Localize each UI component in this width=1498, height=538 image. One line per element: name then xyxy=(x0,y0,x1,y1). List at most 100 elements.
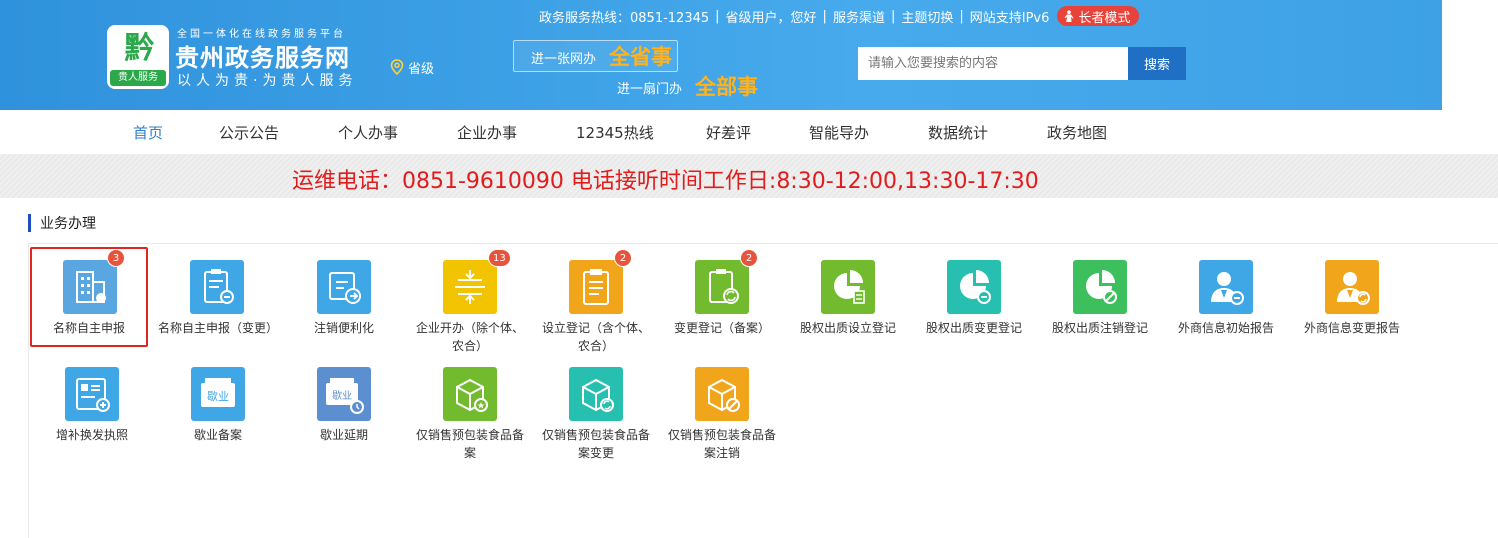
nav-item-announcements[interactable]: 公示公告 xyxy=(219,122,279,143)
tile-label: 增补换发执照 xyxy=(55,428,128,442)
count-badge: 2 xyxy=(740,249,758,267)
count-badge: 3 xyxy=(107,249,125,267)
notice-bar: 运维电话：0851-9610090 电话接听时间工作日:8:30-12:00,1… xyxy=(0,155,1498,198)
logo-tag: 贵人服务 xyxy=(110,70,166,86)
section-title: 业务办理 xyxy=(40,216,96,232)
split-icon xyxy=(443,260,497,314)
location-selector[interactable]: 省级 xyxy=(390,58,435,77)
tile-label: 仅销售预包装食品备案注销 xyxy=(667,428,776,460)
header: 黔 贵人服务 全国一体化在线政务服务平台 贵州政务服务网 以人为贵·为贵人服务 … xyxy=(0,0,1498,110)
exit-icon xyxy=(317,260,371,314)
banner-line1-emph: 全省事 xyxy=(609,45,672,69)
service-tile-license-reissue[interactable]: 增补换发执照 xyxy=(33,354,151,454)
elder-icon xyxy=(1064,10,1074,22)
person-refresh-icon xyxy=(1325,260,1379,314)
pie-chart-icon xyxy=(821,260,875,314)
tile-label: 仅销售预包装食品备案变更 xyxy=(541,428,650,460)
service-channel-link[interactable]: 服务渠道 xyxy=(833,7,885,26)
service-tile-suspension-extension[interactable]: 歇业 歇业延期 xyxy=(285,354,403,454)
logo-mark: 黔 xyxy=(124,31,155,66)
suspend-extend-icon-text: 歇业 xyxy=(332,390,352,402)
suspend-icon-text: 歇业 xyxy=(207,390,229,403)
box-star-icon xyxy=(443,367,497,421)
tile-label: 股权出质变更登记 xyxy=(925,321,1022,335)
pie-chart-minus-icon xyxy=(947,260,1001,314)
service-tile-pledge-change[interactable]: 股权出质变更登记 xyxy=(915,247,1033,347)
location-label: 省级 xyxy=(408,61,435,77)
slogan-banner: 进一张网办 全省事 进一扇门办 全部事 xyxy=(513,40,763,100)
person-minus-icon xyxy=(1199,260,1253,314)
elder-mode-button[interactable]: 长者模式 xyxy=(1057,6,1140,26)
nav-item-personal[interactable]: 个人办事 xyxy=(338,122,398,143)
nav-item-home[interactable]: 首页 xyxy=(133,122,163,143)
tile-label: 名称自主申报 xyxy=(52,321,125,335)
suspend-extend-icon: 歇业 xyxy=(317,367,371,421)
ipv6-text: 网站支持IPv6 xyxy=(969,10,1050,26)
tile-label: 歇业备案 xyxy=(193,428,242,442)
divider: | xyxy=(890,8,896,24)
tile-label: 股权出质注销登记 xyxy=(1051,321,1148,335)
divider: | xyxy=(715,8,720,24)
tile-label: 企业开办（除个体、农合） xyxy=(415,321,524,353)
tile-label: 仅销售预包装食品备案 xyxy=(415,428,524,460)
divider: | xyxy=(822,8,827,24)
box-cancel-icon xyxy=(695,367,749,421)
suspend-icon: 歇业 xyxy=(191,367,245,421)
nav-item-statistics[interactable]: 数据统计 xyxy=(928,122,988,143)
hotline-text: 政务服务热线：0851-12345 xyxy=(539,10,710,26)
license-add-icon xyxy=(65,367,119,421)
site-logo[interactable]: 黔 贵人服务 xyxy=(107,25,169,89)
banner-line2: 进一扇门办 xyxy=(617,82,683,97)
search-button[interactable]: 搜索 xyxy=(1128,47,1186,80)
tile-label: 外商信息变更报告 xyxy=(1303,321,1400,335)
elder-mode-label: 长者模式 xyxy=(1078,10,1131,26)
service-tile-name-declaration[interactable]: 3 名称自主申报 xyxy=(30,247,148,347)
tile-label: 歇业延期 xyxy=(319,428,368,442)
theme-switch-link[interactable]: 主题切换 xyxy=(901,7,953,26)
service-tile-name-declaration-change[interactable]: 名称自主申报（变更） xyxy=(158,247,279,347)
service-tile-change-registration[interactable]: 2 变更登记（备案） xyxy=(663,247,781,347)
header-edge xyxy=(1442,0,1498,110)
site-slogan: 以人为贵·为贵人服务 xyxy=(177,73,358,89)
service-tile-suspension-filing[interactable]: 歇业 歇业备案 xyxy=(159,354,277,454)
service-tile-foreign-initial-report[interactable]: 外商信息初始报告 xyxy=(1167,247,1285,347)
service-tile-pledge-setup[interactable]: 股权出质设立登记 xyxy=(789,247,907,347)
location-pin-icon xyxy=(390,59,404,75)
service-tile-food-filing[interactable]: 仅销售预包装食品备案 xyxy=(411,354,529,460)
tile-label: 注销便利化 xyxy=(313,321,374,335)
section-marker xyxy=(28,214,31,232)
count-badge: 13 xyxy=(488,249,511,267)
user-greeting[interactable]: 省级用户，您好 xyxy=(726,7,817,26)
service-tile-pledge-cancel[interactable]: 股权出质注销登记 xyxy=(1041,247,1159,347)
service-tile-establishment-registration[interactable]: 2 设立登记（含个体、农合） xyxy=(537,247,655,353)
nav-item-enterprise[interactable]: 企业办事 xyxy=(457,122,517,143)
service-tile-foreign-change-report[interactable]: 外商信息变更报告 xyxy=(1293,247,1411,347)
divider xyxy=(28,243,1498,244)
service-tile-deregistration[interactable]: 注销便利化 xyxy=(285,247,403,347)
nav-item-guide[interactable]: 智能导办 xyxy=(809,122,869,143)
search-input[interactable] xyxy=(858,47,1128,80)
nav-item-rating[interactable]: 好差评 xyxy=(706,122,751,143)
banner-line1: 进一张网办 xyxy=(531,52,597,67)
clipboard-refresh-icon xyxy=(695,260,749,314)
service-tile-food-filing-cancel[interactable]: 仅销售预包装食品备案注销 xyxy=(663,354,781,460)
pie-chart-cancel-icon xyxy=(1073,260,1127,314)
tile-label: 变更登记（备案） xyxy=(673,321,770,335)
main-nav: 首页 公示公告 个人办事 企业办事 12345热线 好差评 智能导办 数据统计 … xyxy=(0,110,1498,155)
building-icon xyxy=(63,260,117,314)
clipboard-minus-icon xyxy=(190,260,244,314)
section-header: 业务办理 xyxy=(28,213,96,233)
service-tile-food-filing-change[interactable]: 仅销售预包装食品备案变更 xyxy=(537,354,655,460)
clipboard-icon xyxy=(569,260,623,314)
nav-item-map[interactable]: 政务地图 xyxy=(1047,122,1107,143)
nav-item-hotline[interactable]: 12345热线 xyxy=(576,122,654,143)
notice-text: 运维电话：0851-9610090 电话接听时间工作日:8:30-12:00,1… xyxy=(292,169,1039,194)
box-refresh-icon xyxy=(569,367,623,421)
service-tile-enterprise-setup[interactable]: 13 企业开办（除个体、农合） xyxy=(411,247,529,353)
tile-label: 股权出质设立登记 xyxy=(799,321,896,335)
top-bar: 政务服务热线：0851-12345 | 省级用户，您好 | 服务渠道 | 主题切… xyxy=(539,6,1140,26)
site-title[interactable]: 贵州政务服务网 xyxy=(175,38,350,73)
tile-label: 名称自主申报（变更） xyxy=(158,321,279,335)
divider: | xyxy=(959,8,964,24)
count-badge: 2 xyxy=(614,249,632,267)
